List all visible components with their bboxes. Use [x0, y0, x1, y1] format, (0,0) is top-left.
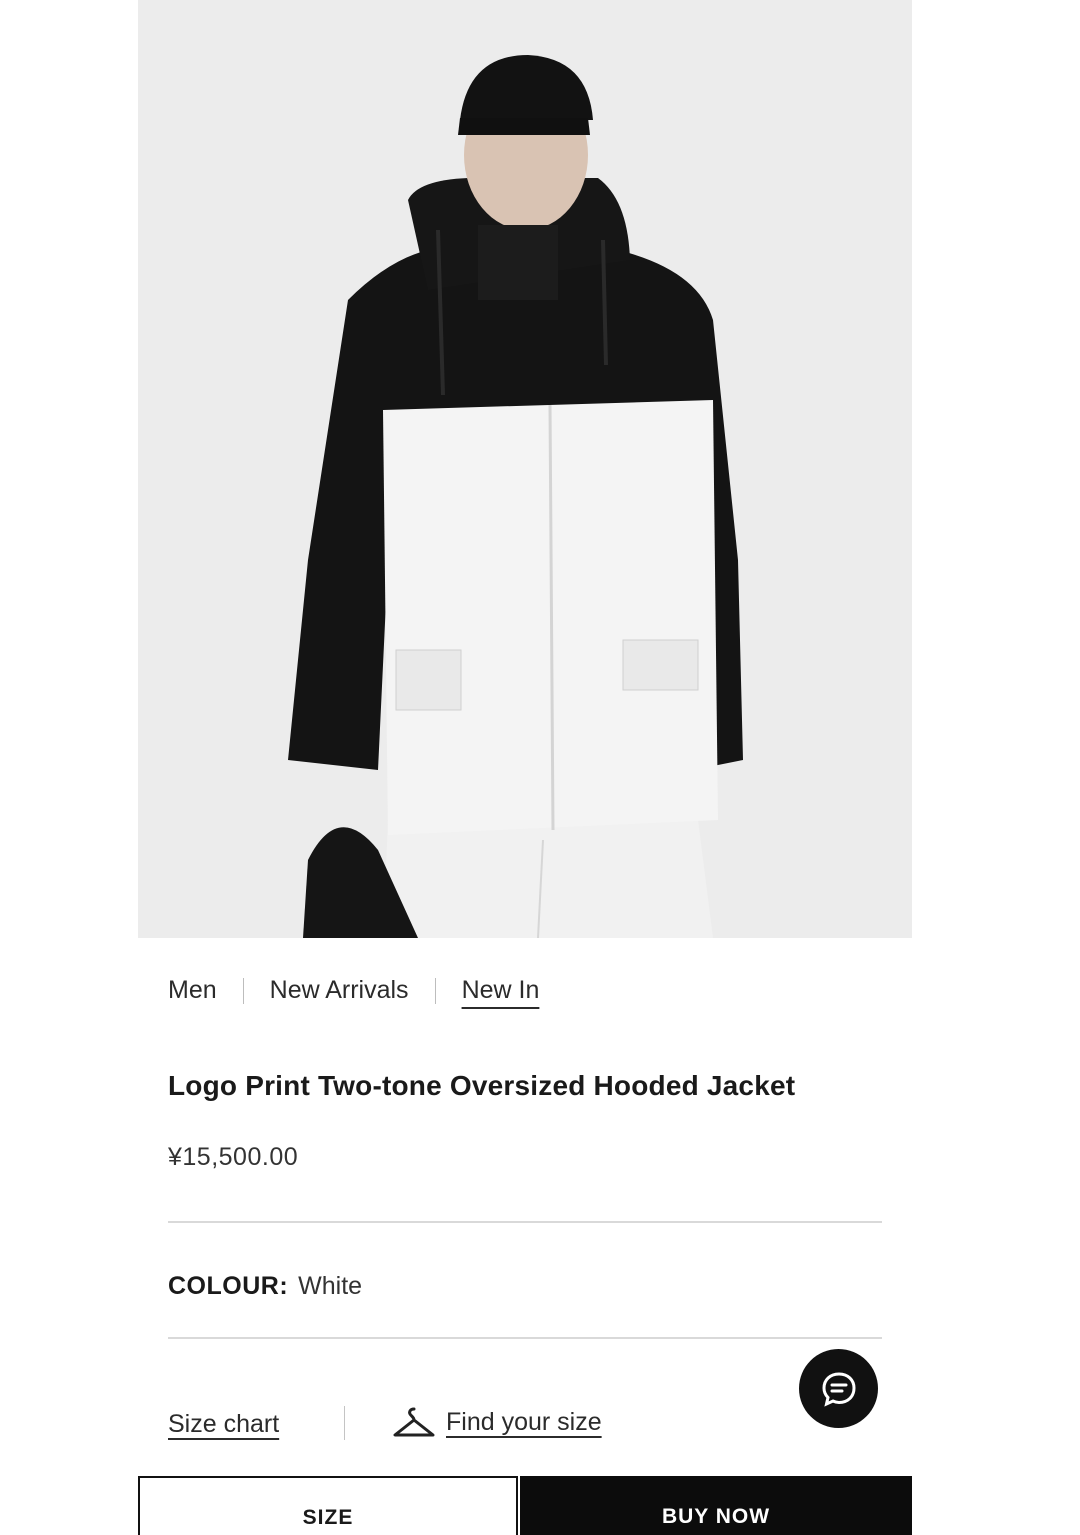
size-chart-link[interactable]: Size chart: [168, 1410, 279, 1439]
product-image[interactable]: [138, 0, 912, 938]
product-price: ¥15,500.00: [168, 1143, 299, 1171]
breadcrumb-item-men[interactable]: Men: [168, 976, 217, 1005]
product-photo-illustration: [138, 0, 912, 938]
colour-value: White: [298, 1272, 363, 1300]
find-your-size-link[interactable]: Find your size: [446, 1408, 602, 1437]
colour-selector: COLOUR: White: [168, 1272, 362, 1301]
breadcrumb-item-new-arrivals[interactable]: New Arrivals: [270, 976, 409, 1005]
size-links-separator: [344, 1406, 345, 1440]
chat-bubble-icon: [821, 1371, 856, 1407]
divider: [168, 1221, 882, 1223]
breadcrumb-item-new-in[interactable]: New In: [462, 976, 540, 1005]
divider: [168, 1337, 882, 1339]
colour-label: COLOUR:: [168, 1272, 289, 1300]
breadcrumb-separator: [242, 977, 244, 1004]
chat-button[interactable]: [799, 1349, 878, 1428]
product-title: Logo Print Two-tone Oversized Hooded Jac…: [168, 1070, 796, 1101]
breadcrumb-separator: [434, 977, 436, 1004]
buy-now-button[interactable]: BUY NOW: [520, 1476, 912, 1535]
hanger-icon: [393, 1407, 435, 1437]
size-button[interactable]: SIZE: [138, 1476, 518, 1535]
breadcrumb: Men New Arrivals New In: [168, 976, 539, 1005]
